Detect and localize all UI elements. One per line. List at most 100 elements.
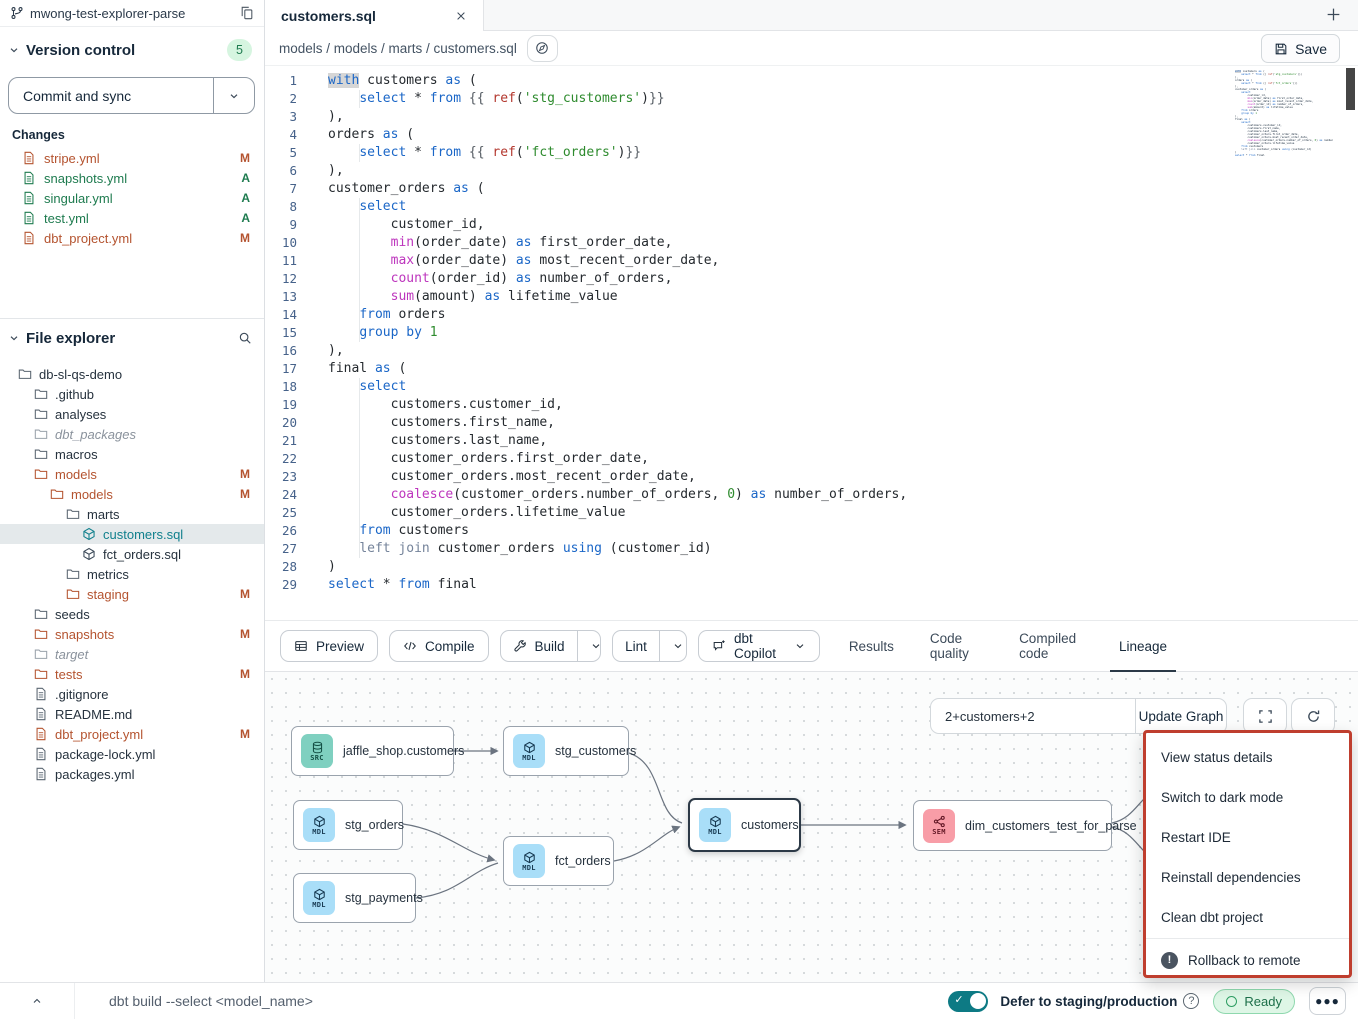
tree-item-label: target: [55, 647, 88, 662]
defer-toggle[interactable]: ✓: [948, 991, 988, 1012]
indent-guide: [359, 414, 360, 432]
tree-item-seeds[interactable]: seeds: [0, 604, 264, 624]
tab-compiled-code[interactable]: Compiled code: [1001, 621, 1101, 671]
change-file-name: snapshots.yml: [44, 171, 127, 186]
model-icon: [82, 527, 96, 541]
menu-item-reinstall-dependencies[interactable]: Reinstall dependencies: [1146, 857, 1349, 897]
status-ready-badge[interactable]: Ready: [1213, 989, 1295, 1014]
change-item[interactable]: singular.ymlA: [0, 188, 264, 208]
tree-item-db-sl-qs-demo[interactable]: db-sl-qs-demo: [0, 364, 264, 384]
tree-item-analyses[interactable]: analyses: [0, 404, 264, 424]
fullscreen-button[interactable]: [1243, 698, 1287, 734]
tab-results[interactable]: Results: [831, 621, 912, 671]
lineage-search-input[interactable]: [931, 699, 1135, 733]
file-explorer-header[interactable]: File explorer: [8, 326, 252, 350]
branch-selector[interactable]: mwong-test-explorer-parse: [10, 6, 185, 21]
tree-item-label: db-sl-qs-demo: [39, 367, 122, 382]
tree-item-dbt-project-yml[interactable]: dbt_project.ymlM: [0, 724, 264, 744]
scrollbar-thumb[interactable]: [1346, 68, 1355, 110]
tree-item-fct-orders-sql[interactable]: fct_orders.sql: [0, 544, 264, 564]
tree-item-staging[interactable]: stagingM: [0, 584, 264, 604]
minimap[interactable]: with customers as ( select * from {{ ref…: [1235, 70, 1333, 200]
dbt-copilot-button[interactable]: dbt Copilot: [698, 630, 820, 662]
save-button[interactable]: Save: [1261, 34, 1340, 63]
change-item[interactable]: test.yml A: [0, 208, 264, 228]
lineage-node-fct-orders[interactable]: MDLfct_orders: [503, 836, 614, 886]
change-status-letter: A: [241, 211, 250, 225]
close-icon[interactable]: [455, 10, 467, 22]
command-input[interactable]: dbt build --select <model_name>: [75, 993, 313, 1009]
tree-item--gitignore[interactable]: .gitignore: [0, 684, 264, 704]
change-item[interactable]: snapshots.ymlA: [0, 168, 264, 188]
tree-item-metrics[interactable]: metrics: [0, 564, 264, 584]
tree-item-models[interactable]: modelsM: [0, 484, 264, 504]
build-button[interactable]: Build: [501, 631, 577, 661]
tab-customers-sql[interactable]: customers.sql: [265, 0, 484, 31]
build-options-button[interactable]: [577, 631, 602, 661]
tree-item-macros[interactable]: macros: [0, 444, 264, 464]
lineage-node-customers[interactable]: MDLcustomers: [688, 798, 801, 852]
menu-item-view-status-details[interactable]: View status details: [1146, 737, 1349, 777]
version-control-header[interactable]: Version control 5: [8, 38, 252, 62]
commit-and-sync-button[interactable]: Commit and sync: [9, 78, 214, 113]
help-icon[interactable]: ?: [1183, 993, 1199, 1009]
menu-item-restart-ide[interactable]: Restart IDE: [1146, 817, 1349, 857]
tree-item-snapshots[interactable]: snapshotsM: [0, 624, 264, 644]
tree-item-dbt-packages[interactable]: dbt_packages: [0, 424, 264, 444]
file-icon: [22, 191, 36, 205]
code-line: customer_orders.lifetime_value: [328, 504, 907, 522]
open-in-explorer-button[interactable]: [527, 35, 558, 62]
code-area[interactable]: with customers as ( select * from {{ ref…: [309, 66, 907, 620]
tree-item-label: marts: [87, 507, 120, 522]
file-icon: [22, 171, 36, 185]
tab-lineage[interactable]: Lineage: [1101, 621, 1185, 671]
tree-item-readme-md[interactable]: README.md: [0, 704, 264, 724]
tree-item-marts[interactable]: marts: [0, 504, 264, 524]
lint-button[interactable]: Lint: [613, 631, 659, 661]
tree-item-models[interactable]: modelsM: [0, 464, 264, 484]
line-number: 15: [265, 324, 309, 342]
tree-item-packages-yml[interactable]: packages.yml: [0, 764, 264, 784]
line-number: 27: [265, 540, 309, 558]
lineage-node-label: fct_orders: [555, 854, 611, 868]
code-editor[interactable]: 1234567891011121314151617181920212223242…: [265, 66, 1358, 620]
folder-icon: [34, 387, 48, 401]
line-number-gutter: 1234567891011121314151617181920212223242…: [265, 66, 309, 620]
code-line: orders as (: [328, 126, 907, 144]
change-file-name: test.yml: [44, 211, 89, 226]
tab-code-quality[interactable]: Code quality: [912, 621, 1001, 671]
lineage-node-jaffle-shop-customers[interactable]: SRCjaffle_shop.customers: [291, 726, 454, 776]
refresh-graph-button[interactable]: [1291, 698, 1335, 734]
lineage-node-dim-customers-test-for-parse[interactable]: SEMdim_customers_test_for_parse: [913, 800, 1112, 851]
more-options-button[interactable]: ●●●: [1309, 987, 1346, 1015]
menu-item-rollback-to-remote[interactable]: !Rollback to remote: [1146, 940, 1349, 980]
lint-options-button[interactable]: [659, 631, 687, 661]
preview-button[interactable]: Preview: [280, 630, 378, 662]
tree-item--github[interactable]: .github: [0, 384, 264, 404]
update-graph-button[interactable]: Update Graph: [1135, 699, 1226, 733]
search-icon[interactable]: [238, 331, 252, 345]
tree-item-package-lock-yml[interactable]: package-lock.yml: [0, 744, 264, 764]
commit-options-button[interactable]: [214, 78, 254, 113]
copy-branch-icon[interactable]: [240, 6, 254, 20]
lineage-node-stg-payments[interactable]: MDLstg_payments: [293, 873, 416, 923]
tree-item-tests[interactable]: testsM: [0, 664, 264, 684]
expand-command-panel-button[interactable]: [0, 983, 75, 1019]
change-item[interactable]: stripe.ymlM: [0, 148, 264, 168]
compile-button[interactable]: Compile: [389, 630, 489, 662]
menu-item-switch-to-dark-mode[interactable]: Switch to dark mode: [1146, 777, 1349, 817]
menu-item-clean-dbt-project[interactable]: Clean dbt project: [1146, 897, 1349, 937]
tree-item-customers-sql[interactable]: customers.sql: [0, 524, 264, 544]
chevron-down-icon: [8, 44, 20, 56]
line-number: 17: [265, 360, 309, 378]
line-number: 16: [265, 342, 309, 360]
code-line: ),: [328, 162, 907, 180]
lineage-node-stg-orders[interactable]: MDLstg_orders: [293, 800, 403, 850]
folder-icon: [34, 427, 48, 441]
breadcrumb-bar: models / models / marts / customers.sql …: [265, 31, 1358, 66]
lineage-node-stg-customers[interactable]: MDLstg_customers: [503, 726, 629, 776]
change-item[interactable]: dbt_project.ymlM: [0, 228, 264, 248]
tree-item-label: .gitignore: [55, 687, 108, 702]
tree-item-target[interactable]: target: [0, 644, 264, 664]
new-tab-button[interactable]: [1325, 6, 1342, 23]
